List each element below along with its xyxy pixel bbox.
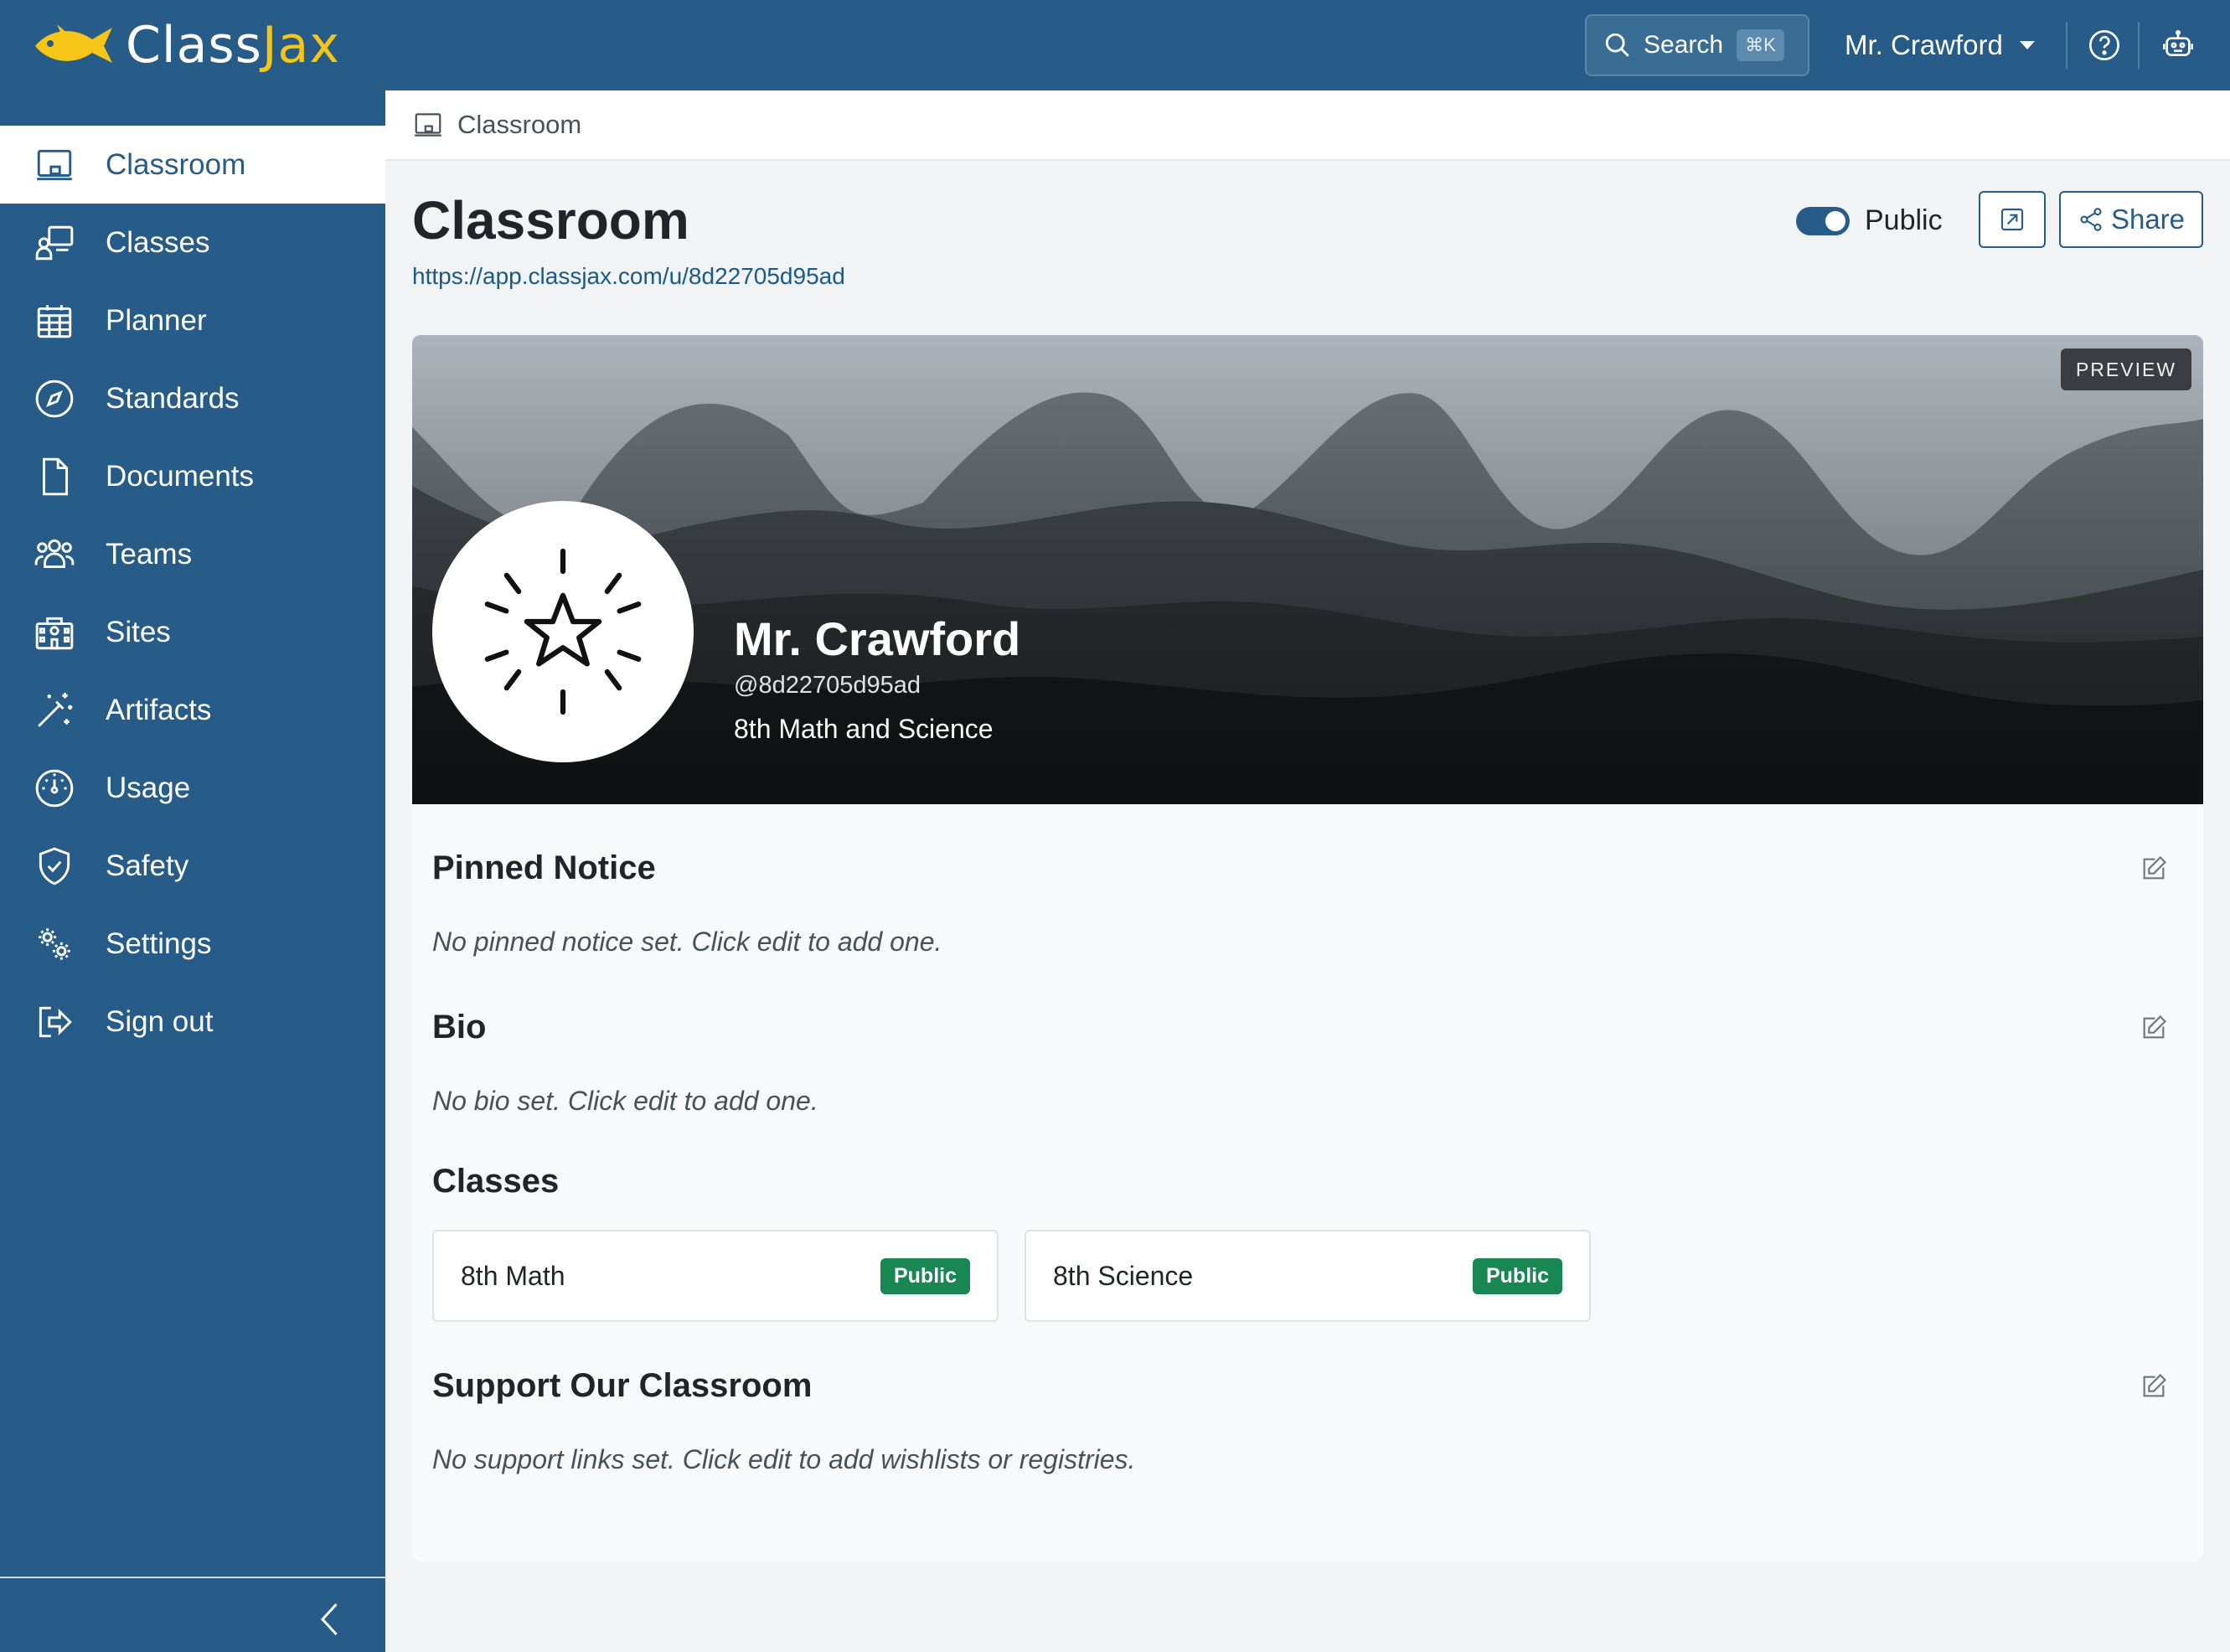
profile-subtitle: 8th Math and Science — [734, 714, 994, 744]
calendar-icon — [37, 304, 72, 338]
bio-empty: No bio set. Click edit to add one. — [432, 1086, 818, 1116]
shield-check-icon — [39, 847, 70, 885]
sidebar-item-safety[interactable]: Safety — [0, 827, 385, 905]
people-icon — [34, 539, 75, 568]
sidebar-item-label: Documents — [106, 459, 255, 493]
document-icon — [43, 457, 69, 495]
public-toggle-label: Public — [1865, 204, 1943, 236]
teacher-board-icon — [35, 225, 74, 260]
sidebar-item-label: Planner — [106, 303, 207, 337]
public-toggle[interactable]: Public — [1796, 204, 1943, 237]
speedometer-icon — [35, 769, 74, 807]
sidebar-item-classes[interactable]: Classes — [0, 204, 385, 281]
compass-icon — [35, 379, 74, 417]
monitor-icon — [415, 113, 441, 137]
sidebar: Classroom Classes Planner Standards Docu… — [0, 90, 385, 1652]
wave-background — [412, 335, 2203, 804]
sidebar-item-artifacts[interactable]: Artifacts — [0, 671, 385, 749]
robot-assistant-icon[interactable] — [2161, 28, 2195, 62]
search-button[interactable]: Search ⌘K — [1585, 14, 1809, 76]
share-icon — [2080, 208, 2102, 231]
class-name: 8th Science — [1053, 1260, 1194, 1291]
preview-badge: PREVIEW — [2061, 348, 2191, 390]
breadcrumb: Classroom — [385, 90, 2230, 161]
classes-title: Classes — [432, 1163, 560, 1200]
sidebar-footer-divider — [0, 1577, 385, 1578]
magic-wand-icon — [38, 692, 73, 727]
sidebar-item-label: Usage — [106, 771, 191, 804]
sidebar-item-label: Settings — [106, 927, 212, 960]
avatar — [432, 501, 694, 762]
class-card-8th-math[interactable]: 8th Math Public — [432, 1230, 999, 1322]
sidebar-item-label: Teams — [106, 537, 193, 570]
share-button[interactable]: Share — [2059, 191, 2203, 248]
logo-text-jax: Jax — [261, 16, 340, 75]
sidebar-item-label: Classroom — [106, 147, 246, 181]
sign-out-icon — [39, 1006, 72, 1037]
top-bar: ClassJax Search ⌘K Mr. Crawford — [0, 0, 2230, 90]
user-name: Mr. Crawford — [1845, 29, 2003, 60]
sidebar-item-standards[interactable]: Standards — [0, 359, 385, 437]
sidebar-item-sign-out[interactable]: Sign out — [0, 983, 385, 1061]
app-name: ClassJax — [126, 16, 340, 75]
help-icon[interactable] — [2088, 28, 2121, 62]
caret-down-icon — [2019, 41, 2035, 49]
edit-pinned-notice-icon[interactable] — [2140, 854, 2168, 883]
star-burst-icon — [484, 548, 642, 715]
sidebar-item-sites[interactable]: Sites — [0, 593, 385, 671]
public-url-link[interactable]: https://app.classjax.com/u/8d22705d95ad — [412, 263, 845, 290]
search-icon — [1605, 33, 1629, 57]
topbar-divider — [2066, 22, 2067, 69]
sidebar-item-label: Sites — [106, 615, 171, 648]
user-menu-dropdown[interactable]: Mr. Crawford — [1845, 25, 2035, 65]
gears-icon — [39, 927, 70, 960]
sidebar-item-usage[interactable]: Usage — [0, 749, 385, 827]
search-shortcut: ⌘K — [1737, 29, 1784, 61]
sidebar-item-label: Classes — [106, 225, 210, 259]
class-name: 8th Math — [461, 1260, 565, 1291]
sidebar-item-label: Safety — [106, 849, 189, 882]
sidebar-item-classroom[interactable]: Classroom — [0, 126, 385, 204]
support-title: Support Our Classroom — [432, 1367, 813, 1404]
sidebar-item-label: Artifacts — [106, 693, 212, 726]
profile-name: Mr. Crawford — [734, 612, 1021, 665]
status-badge: Public — [1472, 1257, 1562, 1294]
sidebar-item-label: Sign out — [106, 1004, 214, 1038]
logo-text-class: Class — [126, 16, 262, 75]
support-empty: No support links set. Click edit to add … — [432, 1444, 1136, 1474]
sidebar-item-teams[interactable]: Teams — [0, 515, 385, 593]
building-icon — [35, 617, 74, 649]
breadcrumb-current[interactable]: Classroom — [457, 110, 581, 140]
collapse-sidebar-chevron-icon[interactable] — [315, 1598, 345, 1640]
sidebar-item-documents[interactable]: Documents — [0, 437, 385, 515]
open-external-button[interactable] — [1979, 191, 2046, 248]
profile-handle: @8d22705d95ad — [734, 672, 921, 699]
sidebar-item-label: Standards — [106, 381, 240, 415]
edit-support-icon[interactable] — [2140, 1372, 2168, 1401]
class-card-8th-science[interactable]: 8th Science Public — [1025, 1230, 1591, 1322]
toggle-switch[interactable] — [1796, 206, 1850, 235]
profile-hero-banner: PREVIEW Mr. Crawford @8d22705d95ad 8th M… — [412, 335, 2203, 804]
sidebar-item-settings[interactable]: Settings — [0, 905, 385, 983]
edit-bio-icon[interactable] — [2140, 1014, 2168, 1042]
page-title: Classroom — [412, 190, 689, 250]
fish-logo-icon — [35, 24, 112, 63]
search-label: Search — [1644, 31, 1724, 59]
app-logo[interactable]: ClassJax — [32, 16, 340, 75]
topbar-divider — [2138, 22, 2140, 69]
bio-title: Bio — [432, 1009, 487, 1045]
status-badge: Public — [880, 1257, 970, 1294]
pinned-notice-title: Pinned Notice — [432, 849, 656, 886]
classroom-preview-card: PREVIEW Mr. Crawford @8d22705d95ad 8th M… — [412, 335, 2203, 1562]
sidebar-item-planner[interactable]: Planner — [0, 281, 385, 359]
share-label: Share — [2110, 204, 2186, 235]
pinned-notice-empty: No pinned notice set. Click edit to add … — [432, 927, 942, 957]
external-link-icon — [2000, 208, 2024, 231]
monitor-icon — [37, 149, 72, 180]
